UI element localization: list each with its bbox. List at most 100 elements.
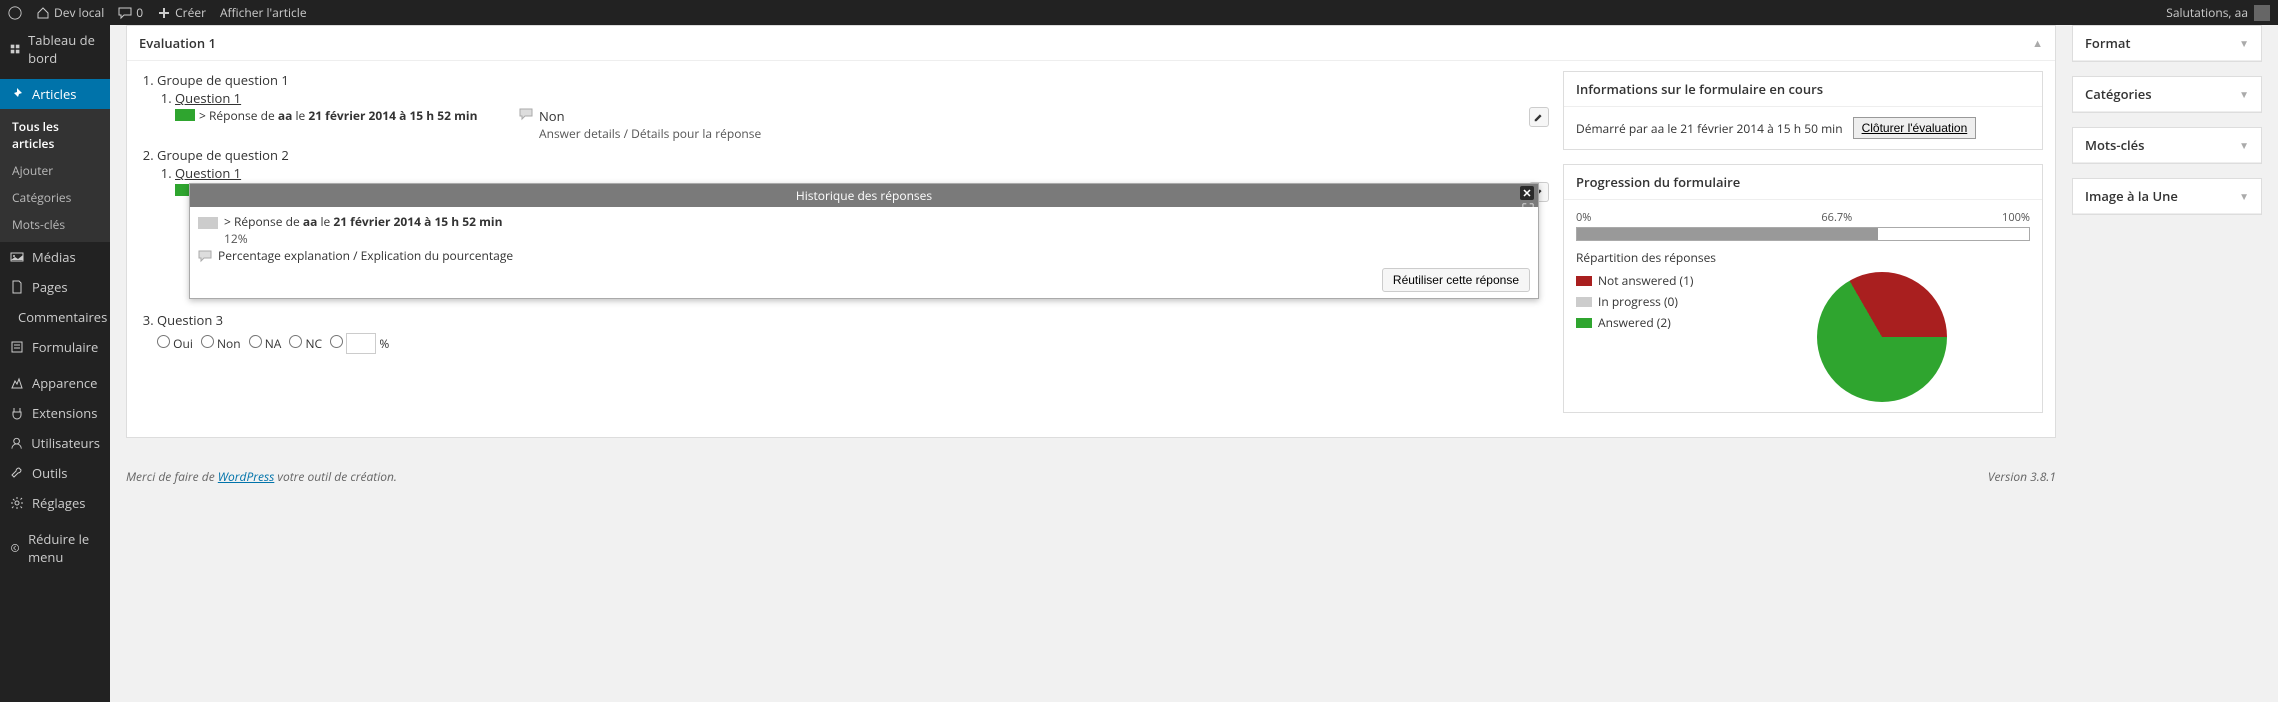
form-started-text: Démarré par aa le 21 février 2014 à 15 h… xyxy=(1576,120,1843,137)
progress-0-label: 0% xyxy=(1576,210,1591,225)
history-popup: Historique des réponses ✕ > Réponse de a… xyxy=(189,183,1539,299)
menu-users-label: Utilisateurs xyxy=(31,434,100,452)
submenu-tags[interactable]: Mots-clés xyxy=(0,211,110,238)
submenu-all-articles[interactable]: Tous les articles xyxy=(0,113,110,157)
view-article-link[interactable]: Afficher l'article xyxy=(220,4,307,21)
legend-swatch-ip xyxy=(1576,297,1592,307)
history-title: Historique des réponses xyxy=(796,187,932,204)
metabox-featured-image[interactable]: Image à la Une ▼ xyxy=(2072,178,2262,215)
comment-bubble-icon xyxy=(519,107,533,121)
g1q1-value: Non xyxy=(539,107,1523,125)
history-percent-explain: Percentage explanation / Explication du … xyxy=(218,247,513,264)
panel-toggle-icon[interactable]: ▲ xyxy=(2032,36,2043,51)
reuse-answer-button[interactable]: Réutiliser cette réponse xyxy=(1382,268,1530,292)
comments-count: 0 xyxy=(136,4,143,21)
close-evaluation-button[interactable]: Clôturer l'évaluation xyxy=(1853,117,1977,139)
menu-tools[interactable]: Outils xyxy=(0,458,110,488)
greeting[interactable]: Salutations, aa xyxy=(2166,4,2248,21)
legend-na: Not answered (1) xyxy=(1598,272,1693,289)
answered-chip-icon xyxy=(175,109,195,121)
legend-ip: In progress (0) xyxy=(1598,293,1678,310)
q3-option-oui[interactable]: Oui xyxy=(157,335,193,352)
menu-forms[interactable]: Formulaire xyxy=(0,332,110,362)
site-name-link[interactable]: Dev local xyxy=(36,4,104,21)
menu-collapse-label: Réduire le menu xyxy=(28,530,100,566)
q3-option-na[interactable]: NA xyxy=(249,335,282,352)
history-close-button[interactable]: ✕ xyxy=(1520,186,1534,200)
menu-appearance[interactable]: Apparence xyxy=(0,368,110,398)
create-label: Créer xyxy=(175,4,206,21)
q3-percent-input[interactable] xyxy=(346,333,376,354)
progress-header: Progression du formulaire xyxy=(1576,173,1740,191)
chevron-down-icon: ▼ xyxy=(2239,87,2249,101)
menu-settings-label: Réglages xyxy=(32,494,85,512)
version-label: Version 3.8.1 xyxy=(1988,468,2056,485)
submenu-add-article[interactable]: Ajouter xyxy=(0,157,110,184)
q3-option-non[interactable]: Non xyxy=(201,335,241,352)
comment-bubble-icon xyxy=(198,249,212,263)
footer: Merci de faire de WordPress votre outil … xyxy=(126,468,2056,485)
metabox-categories[interactable]: Catégories ▼ xyxy=(2072,76,2262,113)
menu-dashboard[interactable]: Tableau de bord xyxy=(0,25,110,73)
admin-bar: Dev local 0 Créer Afficher l'article Sal… xyxy=(0,0,2278,25)
question3-title: Question 3 xyxy=(157,311,223,329)
wordpress-link[interactable]: WordPress xyxy=(218,468,275,485)
metabox-featured-label: Image à la Une xyxy=(2085,187,2178,205)
group2-question1-link[interactable]: Question 1 xyxy=(175,164,241,182)
history-expand-button[interactable] xyxy=(1522,202,1534,219)
menu-media-label: Médias xyxy=(32,248,76,266)
metabox-categories-label: Catégories xyxy=(2085,85,2152,103)
metabox-format-label: Format xyxy=(2085,34,2131,52)
progress-panel: Progression du formulaire 0% 66.7% 100% xyxy=(1563,164,2043,413)
q3-option-pct[interactable]: % xyxy=(330,333,389,354)
metabox-tags[interactable]: Mots-clés▼ xyxy=(2072,127,2262,164)
menu-forms-label: Formulaire xyxy=(32,338,98,356)
menu-users[interactable]: Utilisateurs xyxy=(0,428,110,458)
legend-an: Answered (2) xyxy=(1598,314,1671,331)
group1-question1-link[interactable]: Question 1 xyxy=(175,89,241,107)
chevron-down-icon: ▼ xyxy=(2239,189,2249,203)
menu-comments[interactable]: Commentaires xyxy=(0,302,110,332)
submenu-articles: Tous les articles Ajouter Catégories Mot… xyxy=(0,109,110,242)
menu-tools-label: Outils xyxy=(32,464,67,482)
menu-settings[interactable]: Réglages xyxy=(0,488,110,518)
menu-plugins[interactable]: Extensions xyxy=(0,398,110,428)
progress-fill xyxy=(1577,228,1878,240)
chevron-down-icon: ▼ xyxy=(2239,138,2249,152)
menu-pages-label: Pages xyxy=(32,278,68,296)
evaluation-panel: Evaluation 1 ▲ Groupe de question 1 xyxy=(126,25,2056,438)
history-percent: 12% xyxy=(224,230,1530,247)
g1q1-edit-button[interactable] xyxy=(1529,107,1549,127)
progress-100-label: 100% xyxy=(2002,210,2030,225)
history-chip-icon xyxy=(198,217,218,229)
form-info-header: Informations sur le formulaire en cours xyxy=(1576,80,1823,98)
comments-link[interactable]: 0 xyxy=(118,4,143,21)
menu-dashboard-label: Tableau de bord xyxy=(28,31,100,67)
pencil-icon xyxy=(1533,111,1545,123)
menu-articles[interactable]: Articles xyxy=(0,79,110,109)
metabox-format[interactable]: Format▼ xyxy=(2072,25,2262,62)
menu-collapse[interactable]: Réduire le menu xyxy=(0,524,110,572)
q3-option-nc[interactable]: NC xyxy=(289,335,322,352)
menu-plugins-label: Extensions xyxy=(32,404,97,422)
menu-pages[interactable]: Pages xyxy=(0,272,110,302)
submenu-categories[interactable]: Catégories xyxy=(0,184,110,211)
new-content-link[interactable]: Créer xyxy=(157,4,206,21)
pie-chart xyxy=(1817,272,1947,402)
g1q1-answer-meta: > Réponse de aa le 21 février 2014 à 15 … xyxy=(199,107,477,124)
menu-appearance-label: Apparence xyxy=(32,374,97,392)
progress-bar xyxy=(1576,227,2030,241)
menu-articles-label: Articles xyxy=(32,85,76,103)
progress-mid-label: 66.7% xyxy=(1821,210,1852,225)
site-name: Dev local xyxy=(54,4,104,21)
repartition-title: Répartition des réponses xyxy=(1576,249,2030,266)
group1-title: Groupe de question 1 xyxy=(157,71,289,89)
legend-swatch-an xyxy=(1576,318,1592,328)
wp-logo[interactable] xyxy=(8,6,22,20)
admin-sidebar: Tableau de bord Articles Tous les articl… xyxy=(0,25,110,702)
evaluation-title: Evaluation 1 xyxy=(139,34,216,52)
legend-swatch-na xyxy=(1576,276,1592,286)
g1q1-details: Answer details / Détails pour la réponse xyxy=(539,125,1523,142)
menu-media[interactable]: Médias xyxy=(0,242,110,272)
avatar[interactable] xyxy=(2254,5,2270,21)
